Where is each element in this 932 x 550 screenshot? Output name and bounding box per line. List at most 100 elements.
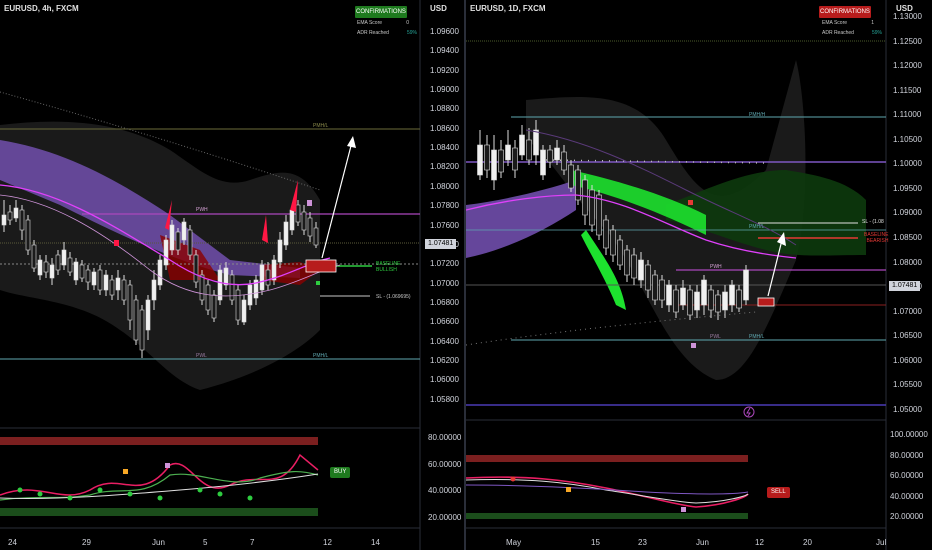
price-tick-5: 1.10500 bbox=[893, 134, 922, 144]
projection-arrow bbox=[321, 141, 353, 259]
price-chart-4h[interactable] bbox=[0, 0, 465, 550]
price-tick-14: 1.06000 bbox=[893, 355, 922, 365]
candle-body bbox=[259, 264, 265, 291]
price-chart-1d[interactable] bbox=[466, 0, 932, 550]
osc-tick-2: 60.00000 bbox=[890, 471, 924, 480]
candle-body bbox=[211, 294, 217, 319]
candle-body bbox=[568, 164, 574, 189]
time-tick-3: 5 bbox=[203, 538, 208, 547]
price-tick-9: 1.07800 bbox=[430, 201, 459, 211]
price-tick-6: 1.08400 bbox=[430, 143, 459, 153]
pwl-label: PWL bbox=[196, 353, 207, 359]
pmhl-label: PMH/L bbox=[313, 353, 329, 359]
candle-body bbox=[603, 219, 609, 249]
price-tick-1: 1.09400 bbox=[430, 46, 459, 56]
candle-body bbox=[680, 287, 686, 306]
time-tick-5: 20 bbox=[803, 538, 812, 547]
candle-body bbox=[694, 291, 700, 311]
candle-body bbox=[139, 309, 145, 351]
price-tick-8: 1.08000 bbox=[430, 181, 459, 191]
candle-body bbox=[729, 284, 735, 306]
candle-body bbox=[121, 279, 127, 301]
candle-body bbox=[157, 259, 163, 286]
symbol-title[interactable]: EURUSD, 1D, FXCM bbox=[470, 4, 546, 13]
candle-body bbox=[163, 239, 169, 266]
candle-body bbox=[722, 291, 728, 311]
candle-body bbox=[115, 277, 121, 291]
price-tick-19: 1.05800 bbox=[430, 394, 459, 404]
stoploss-label: SL - (1.08 bbox=[862, 219, 884, 225]
candle-body bbox=[505, 144, 511, 161]
osc-marker bbox=[123, 469, 128, 474]
candle-body bbox=[289, 209, 295, 231]
time-tick-6: 14 bbox=[371, 538, 380, 547]
time-tick-2: 23 bbox=[638, 538, 647, 547]
candle-body bbox=[265, 269, 271, 286]
cloud-purple bbox=[466, 180, 576, 258]
candle-body bbox=[85, 269, 91, 283]
price-tick-1: 1.12500 bbox=[893, 36, 922, 46]
buy-signal-tag: BUY bbox=[330, 467, 351, 478]
time-tick-4: 7 bbox=[250, 538, 255, 547]
osc-dot bbox=[97, 487, 103, 493]
candle-body bbox=[715, 294, 721, 313]
candle-body bbox=[561, 151, 567, 171]
price-tick-16: 1.05000 bbox=[893, 404, 922, 414]
price-tick-15: 1.05500 bbox=[893, 380, 922, 390]
stoploss-label: SL - (1.069695) bbox=[376, 294, 411, 300]
candle-body bbox=[67, 257, 73, 273]
chart-pane-1d[interactable]: EURUSD, 1D, FXCM USD CONFIRMATIONS EMA S… bbox=[466, 0, 932, 550]
candle-body bbox=[91, 271, 97, 286]
candle-body bbox=[205, 284, 211, 311]
marker-square-2 bbox=[691, 343, 696, 348]
pwh-label: PWH bbox=[710, 264, 722, 270]
candle-body bbox=[540, 149, 546, 176]
confirmations-badge: CONFIRMATIONS bbox=[819, 6, 871, 18]
candle-body bbox=[301, 211, 307, 231]
price-tick-18: 1.06000 bbox=[430, 375, 459, 385]
candle-body bbox=[55, 254, 61, 271]
candle-body bbox=[701, 279, 707, 306]
price-tick-12: 1.07200 bbox=[430, 259, 459, 269]
osc-tick-2: 40.00000 bbox=[428, 486, 462, 495]
pmhl-label-2: PMH/L bbox=[749, 224, 765, 230]
pwl-label: PWL bbox=[710, 334, 721, 340]
candle-body bbox=[19, 209, 25, 231]
price-tick-9: 1.08500 bbox=[893, 232, 922, 242]
candle-body bbox=[687, 289, 693, 316]
price-tick-7: 1.08200 bbox=[430, 162, 459, 172]
price-tick-15: 1.06600 bbox=[430, 317, 459, 327]
entry-box bbox=[757, 297, 775, 307]
candle-body bbox=[617, 239, 623, 266]
price-tick-17: 1.06200 bbox=[430, 355, 459, 365]
osc-marker-2 bbox=[681, 507, 686, 512]
confirmations-badge: CONFIRMATIONS bbox=[355, 6, 407, 18]
candle-body bbox=[659, 279, 665, 301]
candle-body bbox=[589, 189, 595, 226]
currency-label: USD bbox=[430, 4, 447, 13]
candle-body bbox=[13, 207, 19, 219]
candle-body bbox=[596, 194, 602, 236]
candle-body bbox=[307, 217, 313, 237]
candle-body bbox=[526, 139, 532, 161]
candle-body bbox=[151, 279, 157, 301]
candle-body bbox=[313, 227, 319, 246]
candle-body bbox=[61, 249, 67, 266]
candle-body bbox=[283, 221, 289, 246]
lightning-bolt bbox=[746, 407, 751, 417]
osc-marker bbox=[566, 487, 571, 492]
time-tick-0: May bbox=[506, 538, 522, 547]
candle-body bbox=[199, 274, 205, 301]
time-tick-5: 12 bbox=[323, 538, 332, 547]
candle-body bbox=[498, 149, 504, 173]
chart-pane-4h[interactable]: EURUSD, 4h, FXCM USD CONFIRMATIONS EMA S… bbox=[0, 0, 465, 550]
osc-overbought-band bbox=[466, 455, 748, 462]
ema-score-row: EMA Score 1 bbox=[822, 20, 874, 26]
price-tick-3: 1.09000 bbox=[430, 85, 459, 95]
symbol-title[interactable]: EURUSD, 4h, FXCM bbox=[4, 4, 79, 13]
price-tick-16: 1.06400 bbox=[430, 336, 459, 346]
price-tick-5: 1.08600 bbox=[430, 123, 459, 133]
candle-body bbox=[547, 149, 553, 163]
price-tick-4: 1.11000 bbox=[893, 110, 922, 120]
marker-square bbox=[114, 240, 119, 246]
